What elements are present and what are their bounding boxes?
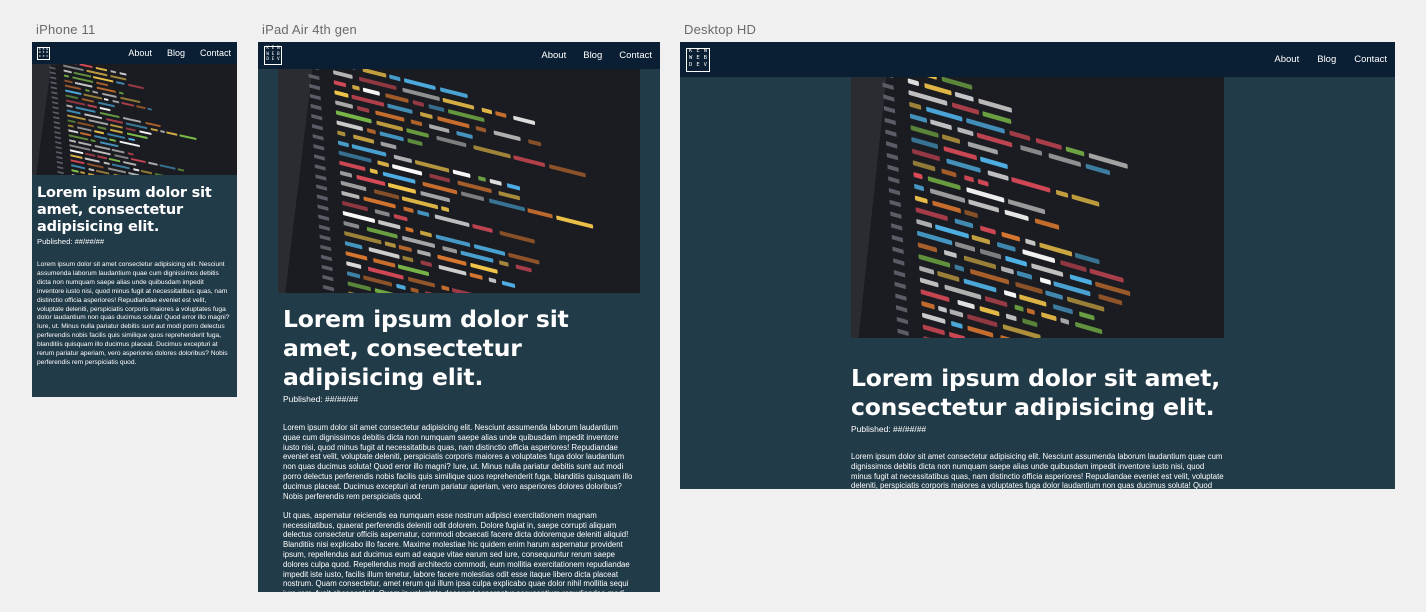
article-paragraph: Ut quas, aspernatur reiciendis ea numqua… <box>283 510 630 592</box>
nav-contact-link[interactable]: Contact <box>1354 54 1387 65</box>
nav-about-link[interactable]: About <box>541 50 566 61</box>
article-title: Lorem ipsum dolor sit amet, consectetur … <box>37 185 212 235</box>
nav-contact-link[interactable]: Contact <box>619 50 652 61</box>
frame-label-iphone: iPhone 11 <box>36 22 96 37</box>
hero-code-image <box>278 69 640 293</box>
nav-bar: KEN WEB DEV About Blog Contact <box>680 42 1395 77</box>
nav-blog-link[interactable]: Blog <box>1317 54 1336 65</box>
article-paragraph: Lorem ipsum dolor sit amet consectetur a… <box>851 452 1224 489</box>
article-content: Lorem ipsum dolor sit amet, consectetur … <box>680 338 1395 489</box>
nav-about-link[interactable]: About <box>1274 54 1299 65</box>
published-date: Published: ##/##/## <box>37 237 105 246</box>
site-logo[interactable]: KEN WEB DEV <box>686 47 710 72</box>
nav-blog-link[interactable]: Blog <box>583 50 602 61</box>
article-title: Lorem ipsum dolor sit amet, consectetur … <box>851 364 1221 421</box>
nav-links: About Blog Contact <box>113 48 231 58</box>
article-title: Lorem ipsum dolor sit amet, consectetur … <box>283 305 569 391</box>
frame-label-ipad: iPad Air 4th gen <box>262 22 357 37</box>
article-content: Lorem ipsum dolor sit amet, consectetur … <box>258 293 660 592</box>
article-content: Lorem ipsum dolor sit amet, consectetur … <box>32 175 237 368</box>
frame-label-desktop: Desktop HD <box>684 22 757 37</box>
nav-blog-link[interactable]: Blog <box>167 48 185 58</box>
site-logo[interactable]: KEN WEB DEV <box>37 46 50 60</box>
article-paragraph: Lorem ipsum dolor sit amet consectetur a… <box>283 423 633 501</box>
iphone-frame: KEN WEB DEV About Blog Contact Lorem ips… <box>32 42 237 397</box>
article-paragraph: Lorem ipsum dolor sit amet consectetur a… <box>37 261 230 366</box>
hero-code-image <box>32 64 237 175</box>
nav-bar: KEN WEB DEV About Blog Contact <box>32 42 237 64</box>
published-date: Published: ##/##/## <box>283 394 359 404</box>
nav-bar: KEN WEB DEV About Blog Contact <box>258 42 660 69</box>
hero-code-image <box>851 77 1224 338</box>
nav-links: About Blog Contact <box>524 50 652 61</box>
nav-about-link[interactable]: About <box>128 48 152 58</box>
nav-links: About Blog Contact <box>1256 54 1387 65</box>
nav-contact-link[interactable]: Contact <box>200 48 231 58</box>
desktop-frame: KEN WEB DEV About Blog Contact Lorem ips… <box>680 42 1395 489</box>
site-logo[interactable]: KEN WEB DEV <box>264 46 282 65</box>
published-date: Published: ##/##/## <box>851 424 927 434</box>
ipad-frame: KEN WEB DEV About Blog Contact Lorem ips… <box>258 42 660 592</box>
